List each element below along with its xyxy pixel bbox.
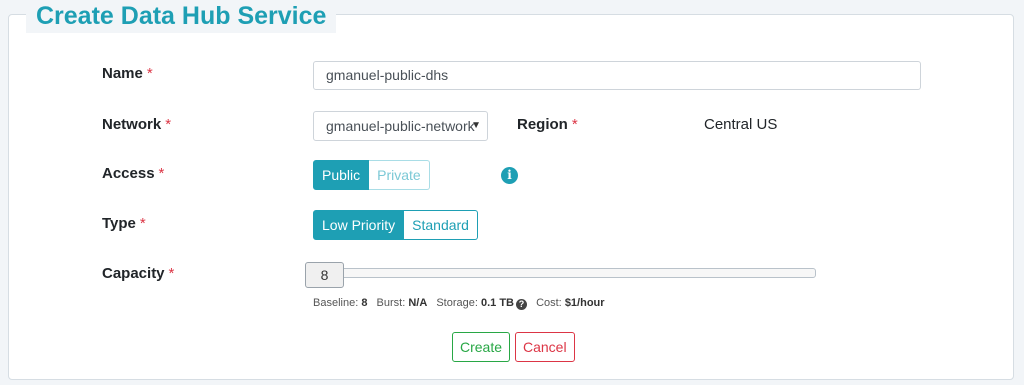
region-value: Central US xyxy=(704,116,778,133)
baseline-label: Baseline: xyxy=(313,297,359,309)
name-label-text: Name xyxy=(102,65,143,82)
access-toggle: Public Private xyxy=(313,160,430,190)
capacity-stats: Baseline: 8 Burst: N/A Storage: 0.1 TB? … xyxy=(313,297,605,310)
required-marker: * xyxy=(571,116,578,133)
create-button[interactable]: Create xyxy=(452,332,511,362)
page-title: Create Data Hub Service xyxy=(26,0,337,33)
baseline-value: 8 xyxy=(361,297,368,309)
help-icon[interactable]: ? xyxy=(516,299,527,310)
required-marker: * xyxy=(165,116,172,133)
cancel-button[interactable]: Cancel xyxy=(515,332,575,362)
region-label-text: Region xyxy=(517,116,568,133)
capacity-label: Capacity * xyxy=(102,265,174,282)
type-standard-button[interactable]: Standard xyxy=(404,210,478,240)
burst-label: Burst: xyxy=(376,297,406,309)
info-icon[interactable]: i xyxy=(501,167,518,184)
network-label: Network * xyxy=(102,116,171,133)
required-marker: * xyxy=(158,165,165,182)
type-toggle: Low Priority Standard xyxy=(313,210,478,240)
type-low-priority-button[interactable]: Low Priority xyxy=(313,210,405,240)
required-marker: * xyxy=(146,65,153,82)
network-select[interactable]: gmanuel-public-network ▼ xyxy=(313,111,488,141)
access-private-button[interactable]: Private xyxy=(369,160,430,190)
capacity-label-text: Capacity xyxy=(102,265,165,282)
capacity-slider-track[interactable] xyxy=(313,268,816,278)
required-marker: * xyxy=(168,265,175,282)
network-select-value: gmanuel-public-network xyxy=(326,118,475,134)
cost-label: Cost: xyxy=(536,297,562,309)
storage-label: Storage: xyxy=(436,297,478,309)
cost-value: $1/hour xyxy=(564,297,605,309)
chevron-down-icon: ▼ xyxy=(471,120,481,131)
type-label: Type * xyxy=(102,215,146,232)
name-input[interactable]: gmanuel-public-dhs xyxy=(313,61,921,90)
access-label-text: Access xyxy=(102,165,155,182)
type-label-text: Type xyxy=(102,215,136,232)
access-public-button[interactable]: Public xyxy=(313,160,370,190)
required-marker: * xyxy=(139,215,146,232)
storage-value: 0.1 TB xyxy=(480,297,514,309)
capacity-slider-handle[interactable]: 8 xyxy=(305,262,344,288)
access-label: Access * xyxy=(102,165,164,182)
name-label: Name * xyxy=(102,65,153,82)
region-label: Region * xyxy=(517,116,578,133)
network-label-text: Network xyxy=(102,116,162,133)
form-header: Create Data Hub Service xyxy=(0,0,1024,36)
burst-value: N/A xyxy=(408,297,428,309)
